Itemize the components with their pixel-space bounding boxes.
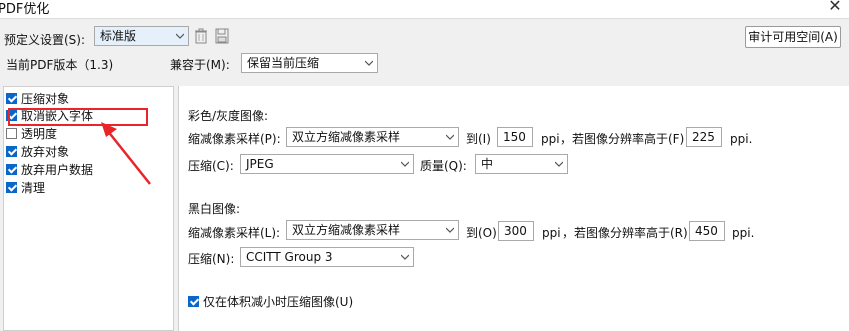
sidebar-item-transparency[interactable]: 透明度 <box>6 126 57 143</box>
bw-ppi-dot-label: ppi. <box>732 226 755 240</box>
bw-downsample-value: 双立方缩减像素采样 <box>292 223 401 237</box>
chevron-down-icon <box>446 134 454 140</box>
color-threshold-label: ，若图像分辨率高于(F) <box>560 132 685 146</box>
color-quality-select[interactable]: 中 <box>475 154 568 174</box>
pdf-version-label: 当前PDF版本（1.3) <box>6 58 114 72</box>
preset-label: 预定义设置(S): <box>4 33 86 47</box>
color-downsample-value: 双立方缩减像素采样 <box>292 130 401 144</box>
color-quality-label: 质量(Q): <box>420 159 467 173</box>
chevron-down-icon <box>176 33 184 39</box>
sidebar-item-compress-objects[interactable]: 压缩对象 <box>6 91 69 108</box>
color-downsample-select[interactable]: 双立方缩减像素采样 <box>286 127 459 147</box>
save-icon[interactable] <box>215 28 229 44</box>
only-smaller-label: 仅在体积减小时压缩图像(U) <box>203 295 354 309</box>
sidebar-item-label: 压缩对象 <box>21 92 70 106</box>
checkbox[interactable] <box>6 164 17 175</box>
chevron-down-icon <box>401 161 409 167</box>
bw-to-label: 到(O) <box>466 226 497 240</box>
sidebar-item-label: 放弃对象 <box>21 145 70 159</box>
sidebar-item-label: 放弃用户数据 <box>21 163 94 177</box>
color-compression-value: JPEG <box>246 157 274 171</box>
close-icon[interactable]: ✕ <box>827 0 843 15</box>
color-compression-label: 压缩(C): <box>188 159 234 173</box>
chevron-down-icon <box>555 161 563 167</box>
chevron-down-icon <box>365 60 373 66</box>
compat-value: 保留当前压缩 <box>247 56 320 70</box>
checkbox[interactable] <box>188 296 199 307</box>
color-resolution-input[interactable]: 150 <box>497 127 533 147</box>
bw-ppi-label: ppi <box>542 226 561 240</box>
chevron-down-icon <box>446 227 454 233</box>
bw-image-heading: 黑白图像: <box>188 202 241 216</box>
bw-downsample-label: 缩减像素采样(L): <box>188 226 281 240</box>
bw-compression-select[interactable]: CCITT Group 3 <box>240 247 414 267</box>
preset-select[interactable]: 标准版 <box>94 26 189 46</box>
sidebar-item-discard-user-data[interactable]: 放弃用户数据 <box>6 162 93 179</box>
sidebar-item-label: 清理 <box>21 181 46 195</box>
chevron-down-icon <box>401 254 409 260</box>
checkbox[interactable] <box>6 128 17 139</box>
bw-compression-label: 压缩(N): <box>188 252 235 266</box>
only-smaller-option[interactable]: 仅在体积减小时压缩图像(U) <box>188 294 353 310</box>
audit-space-button[interactable]: 审计可用空间(A) <box>745 26 841 48</box>
compat-select[interactable]: 保留当前压缩 <box>241 53 378 73</box>
bw-threshold-label: ，若图像分辨率高于(R) <box>562 226 688 240</box>
annotation-arrow-icon <box>101 122 151 185</box>
color-image-heading: 彩色/灰度图像: <box>188 109 269 123</box>
checkbox[interactable] <box>6 146 17 157</box>
color-quality-value: 中 <box>481 157 494 171</box>
delete-icon[interactable] <box>194 28 208 44</box>
window-title: PDF优化 <box>0 2 50 17</box>
color-to-label: 到(I) <box>466 132 491 146</box>
color-compression-select[interactable]: JPEG <box>240 154 414 174</box>
sidebar-item-discard-objects[interactable]: 放弃对象 <box>6 144 69 161</box>
title-bar: PDF优化 ✕ <box>0 0 849 19</box>
bw-resolution-input[interactable]: 300 <box>498 221 534 241</box>
sidebar-item-label: 透明度 <box>21 127 58 141</box>
bw-downsample-select[interactable]: 双立方缩减像素采样 <box>286 220 459 240</box>
color-downsample-label: 缩减像素采样(P): <box>188 132 281 146</box>
color-threshold-input[interactable]: 225 <box>686 127 722 147</box>
color-ppi-label: ppi <box>541 132 560 146</box>
sidebar-item-clean-up[interactable]: 清理 <box>6 180 45 197</box>
bw-threshold-input[interactable]: 450 <box>689 221 725 241</box>
checkbox[interactable] <box>6 182 17 193</box>
compat-label: 兼容于(M): <box>170 58 230 72</box>
checkbox[interactable] <box>6 93 17 104</box>
preset-value: 标准版 <box>100 29 137 43</box>
color-ppi-dot-label: ppi. <box>730 132 753 146</box>
bw-compression-value: CCITT Group 3 <box>246 250 333 264</box>
